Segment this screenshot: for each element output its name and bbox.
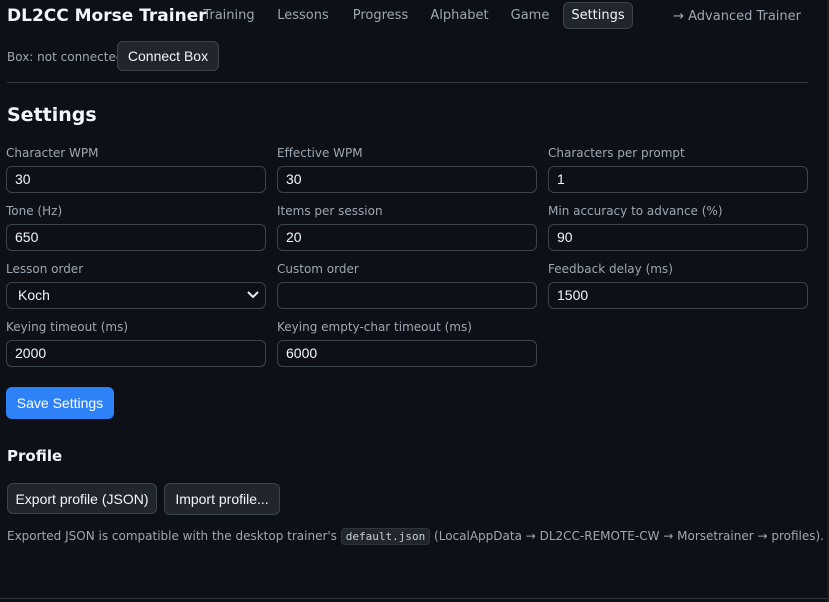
- settings-title: Settings: [7, 104, 97, 126]
- advanced-trainer-link[interactable]: → Advanced Trainer: [673, 9, 801, 24]
- min-accuracy-input[interactable]: 90: [548, 224, 808, 251]
- custom-order-input[interactable]: [277, 282, 537, 309]
- import-profile-button[interactable]: Import profile...: [164, 483, 280, 515]
- tone-input[interactable]: 650: [6, 224, 266, 251]
- save-settings-button[interactable]: Save Settings: [6, 387, 114, 419]
- tab-game[interactable]: Game: [503, 2, 557, 29]
- divider: [7, 82, 808, 83]
- field-custom-order: Custom order: [277, 261, 537, 309]
- feedback-delay-input[interactable]: 1500: [548, 282, 808, 309]
- effective-wpm-label: Effective WPM: [277, 146, 363, 160]
- custom-order-label: Custom order: [277, 262, 359, 276]
- min-accuracy-label: Min accuracy to advance (%): [548, 204, 723, 218]
- profile-note-before: Exported JSON is compatible with the des…: [7, 529, 341, 543]
- tab-training[interactable]: Training: [196, 2, 262, 29]
- field-feedback-delay: Feedback delay (ms) 1500: [548, 261, 808, 309]
- field-lesson-order: Lesson order Koch: [6, 261, 266, 309]
- character-wpm-input[interactable]: 30: [6, 166, 266, 193]
- lesson-order-label: Lesson order: [6, 262, 84, 276]
- field-effective-wpm: Effective WPM 30: [277, 145, 537, 193]
- effective-wpm-input[interactable]: 30: [277, 166, 537, 193]
- profile-note-code: default.json: [340, 528, 431, 545]
- box-status-text: Box: not connected: [7, 50, 124, 64]
- export-profile-button[interactable]: Export profile (JSON): [7, 483, 157, 514]
- feedback-delay-label: Feedback delay (ms): [548, 262, 673, 276]
- bottom-divider: [0, 598, 829, 599]
- chars-per-prompt-label: Characters per prompt: [548, 146, 685, 160]
- lesson-order-select[interactable]: Koch: [6, 282, 266, 309]
- profile-note: Exported JSON is compatible with the des…: [7, 528, 824, 545]
- profile-note-after: (LocalAppData → DL2CC-REMOTE-CW → Morset…: [430, 529, 824, 543]
- field-keying-empty-timeout: Keying empty-char timeout (ms) 6000: [277, 319, 537, 367]
- field-items-per-session: Items per session 20: [277, 203, 537, 251]
- character-wpm-label: Character WPM: [6, 146, 99, 160]
- lesson-order-value: Koch: [18, 287, 50, 303]
- items-per-session-input[interactable]: 20: [277, 224, 537, 251]
- chevron-down-icon: [247, 283, 259, 308]
- field-character-wpm: Character WPM 30: [6, 145, 266, 193]
- keying-timeout-input[interactable]: 2000: [6, 340, 266, 367]
- field-tone: Tone (Hz) 650: [6, 203, 266, 251]
- profile-title: Profile: [7, 447, 63, 465]
- items-per-session-label: Items per session: [277, 204, 383, 218]
- keying-timeout-label: Keying timeout (ms): [6, 320, 129, 334]
- tab-alphabet[interactable]: Alphabet: [424, 2, 495, 29]
- field-keying-timeout: Keying timeout (ms) 2000: [6, 319, 266, 367]
- keying-empty-timeout-input[interactable]: 6000: [277, 340, 537, 367]
- connect-box-button[interactable]: Connect Box: [117, 41, 219, 71]
- field-chars-per-prompt: Characters per prompt 1: [548, 145, 808, 193]
- app-title: DL2CC Morse Trainer: [7, 6, 207, 26]
- top-navigation: DL2CC Morse Trainer Training Lessons Pro…: [0, 0, 829, 32]
- tone-label: Tone (Hz): [6, 204, 63, 218]
- chars-per-prompt-input[interactable]: 1: [548, 166, 808, 193]
- tab-progress[interactable]: Progress: [345, 2, 416, 29]
- keying-empty-timeout-label: Keying empty-char timeout (ms): [277, 320, 472, 334]
- tab-settings[interactable]: Settings: [563, 2, 633, 29]
- field-min-accuracy: Min accuracy to advance (%) 90: [548, 203, 808, 251]
- tab-lessons[interactable]: Lessons: [270, 2, 336, 29]
